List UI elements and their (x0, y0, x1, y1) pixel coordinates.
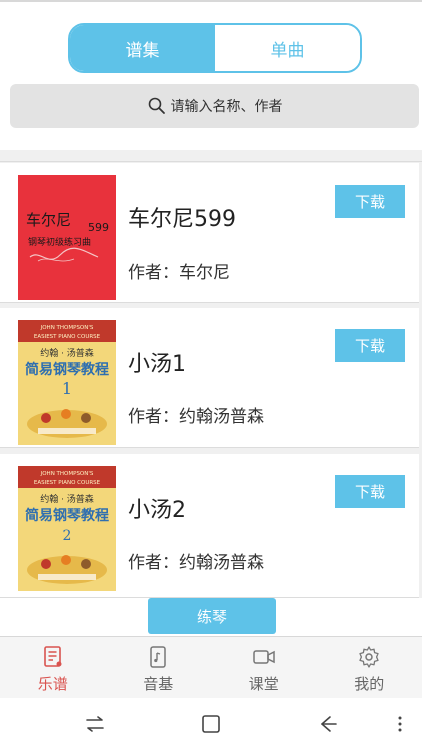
svg-text:JOHN THOMPSON'S: JOHN THOMPSON'S (40, 325, 94, 331)
cover-title: 简易钢琴教程 (25, 361, 109, 378)
phone-music-icon (150, 646, 166, 668)
cover-number: 2 (63, 528, 72, 544)
more-icon[interactable] (394, 712, 406, 736)
svg-text:EASIEST PIANO COURSE: EASIEST PIANO COURSE (34, 334, 101, 340)
collection-single-toggle: 谱集 单曲 (68, 23, 362, 73)
tab-scores[interactable]: 乐谱 (0, 637, 106, 698)
cover-author: 约翰 · 汤普森 (40, 493, 94, 505)
back-icon[interactable] (316, 712, 340, 736)
tab-collections[interactable]: 谱集 (70, 25, 215, 71)
item-title: 车尔尼599 (128, 207, 236, 232)
cover-number: 1 (62, 379, 72, 398)
home-icon[interactable] (199, 712, 223, 736)
cover-subtitle: 钢琴初级练习曲 (28, 236, 91, 248)
item-author: 作者：约翰汤普森 (128, 553, 264, 573)
cover-title: 车尔尼 (26, 211, 71, 229)
svg-text:EASIEST PIANO COURSE: EASIEST PIANO COURSE (34, 480, 101, 486)
search-input[interactable]: 请输入名称、作者 (10, 84, 419, 128)
download-button[interactable]: 下载 (335, 329, 405, 362)
list-divider (0, 161, 422, 162)
download-button[interactable]: 下载 (335, 475, 405, 508)
gear-icon (359, 646, 379, 668)
item-title: 小汤1 (128, 352, 186, 377)
list-item[interactable]: JOHN THOMPSON'S EASIEST PIANO COURSE 约翰 … (0, 454, 419, 598)
book-cover-thompson-2: JOHN THOMPSON'S EASIEST PIANO COURSE 约翰 … (18, 466, 116, 591)
tab-label: 课堂 (248, 675, 279, 693)
status-divider (0, 0, 422, 2)
list-item[interactable]: 车尔尼 599 钢琴初级练习曲 车尔尼599 作者：车尔尼 下载 (0, 163, 419, 303)
search-icon (148, 97, 165, 114)
item-author: 作者：车尔尼 (128, 263, 230, 283)
tab-label: 我的 (354, 675, 385, 693)
book-cover-czerny: 车尔尼 599 钢琴初级练习曲 (18, 175, 116, 300)
video-camera-icon (253, 650, 275, 664)
item-title: 小汤2 (128, 498, 186, 523)
tab-basics[interactable]: 音基 (106, 637, 212, 698)
search-placeholder: 请输入名称、作者 (170, 99, 283, 115)
score-icon (43, 646, 62, 667)
item-author: 作者：约翰汤普森 (128, 407, 264, 427)
recent-apps-icon[interactable] (83, 712, 107, 736)
tab-classroom[interactable]: 课堂 (211, 637, 317, 698)
download-button[interactable]: 下载 (335, 185, 405, 218)
cover-author: 约翰 · 汤普森 (40, 347, 94, 359)
cover-number: 599 (88, 221, 109, 234)
svg-text:JOHN THOMPSON'S: JOHN THOMPSON'S (40, 471, 94, 477)
cover-title: 简易钢琴教程 (25, 507, 109, 524)
tab-mine[interactable]: 我的 (317, 637, 422, 698)
book-cover-thompson-1: JOHN THOMPSON'S EASIEST PIANO COURSE 约翰 … (18, 320, 116, 445)
practice-button[interactable]: 练琴 (148, 598, 276, 634)
list-item[interactable]: JOHN THOMPSON'S EASIEST PIANO COURSE 约翰 … (0, 308, 419, 448)
tab-singles[interactable]: 单曲 (215, 25, 360, 71)
system-nav-bar (0, 698, 422, 750)
bottom-tab-bar: 乐谱 音基 课堂 我的 (0, 636, 422, 698)
tab-label: 音基 (143, 675, 174, 693)
tab-label: 乐谱 (37, 675, 68, 693)
